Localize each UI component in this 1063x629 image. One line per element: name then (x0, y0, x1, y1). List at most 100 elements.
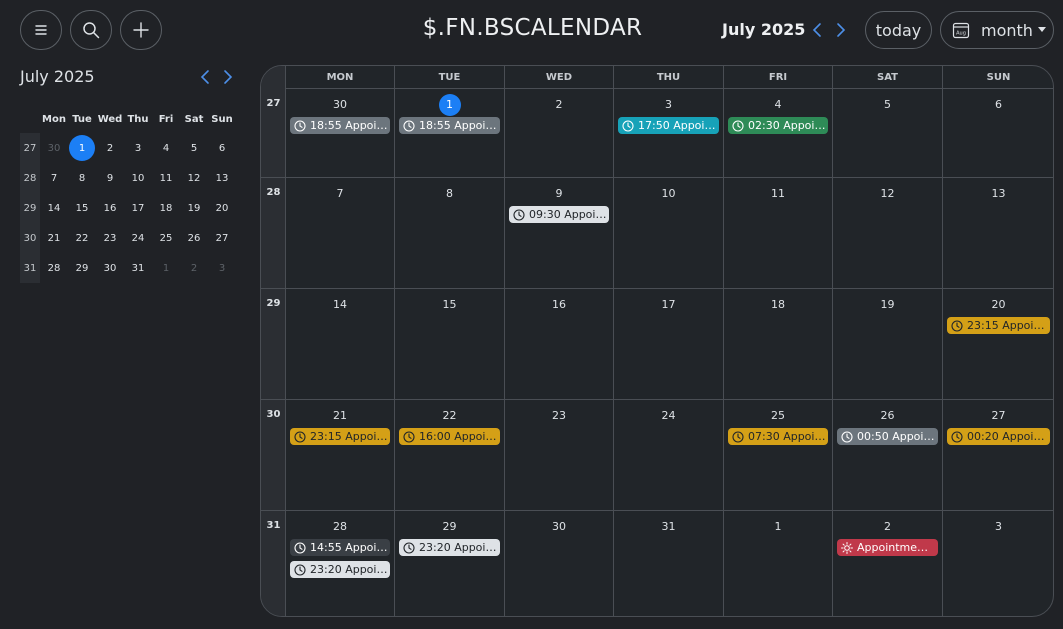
mini-day[interactable]: 30 (40, 133, 68, 163)
mini-day[interactable]: 9 (96, 163, 124, 193)
day-cell[interactable]: 28 14:55 Appoi… 23:20 Appoi… (286, 511, 395, 616)
day-cell[interactable]: 18 (724, 289, 833, 399)
mini-day[interactable]: 2 (96, 133, 124, 163)
day-cell[interactable]: 27 00:20 Appoi… (943, 400, 1053, 510)
next-month-button[interactable] (834, 21, 848, 39)
event-badge[interactable]: 23:20 Appoi… (399, 539, 500, 556)
day-cell[interactable]: 24 (614, 400, 724, 510)
day-cell[interactable]: 9 09:30 Appoi… (505, 178, 614, 288)
day-cell[interactable]: 12 (833, 178, 943, 288)
add-button[interactable] (120, 10, 162, 50)
mini-day[interactable]: 5 (180, 133, 208, 163)
event-badge[interactable]: 23:15 Appoi… (947, 317, 1050, 334)
mini-day-today[interactable]: 1 (68, 133, 96, 163)
day-cell[interactable]: 29 23:20 Appoi… (395, 511, 505, 616)
mini-day[interactable]: 16 (96, 193, 124, 223)
event-badge[interactable]: 23:15 Appoi… (290, 428, 390, 445)
mini-day[interactable]: 7 (40, 163, 68, 193)
mini-day[interactable]: 23 (96, 223, 124, 253)
day-cell[interactable]: 3 17:50 Appoi… (614, 89, 724, 177)
mini-day[interactable]: 6 (208, 133, 236, 163)
mini-week-row: 30 21 22 23 24 25 26 27 (20, 223, 236, 253)
mini-day[interactable]: 3 (208, 253, 236, 283)
day-cell[interactable]: 4 02:30 Appoi… (724, 89, 833, 177)
event-badge[interactable]: 23:20 Appoi… (290, 561, 390, 578)
mini-day[interactable]: 20 (208, 193, 236, 223)
mini-day[interactable]: 11 (152, 163, 180, 193)
mini-day[interactable]: 13 (208, 163, 236, 193)
mini-day[interactable]: 27 (208, 223, 236, 253)
search-button[interactable] (70, 10, 112, 50)
mini-day[interactable]: 21 (40, 223, 68, 253)
prev-month-button[interactable] (810, 21, 824, 39)
event-badge[interactable]: 16:00 Appoi… (399, 428, 500, 445)
menu-button[interactable] (20, 10, 62, 50)
mini-day[interactable]: 26 (180, 223, 208, 253)
day-cell[interactable]: 30 18:55 Appoi… (286, 89, 395, 177)
day-cell[interactable]: 5 (833, 89, 943, 177)
day-cell-today[interactable]: 1 18:55 Appoi… (395, 89, 505, 177)
mini-day[interactable]: 3 (124, 133, 152, 163)
day-cell[interactable]: 10 (614, 178, 724, 288)
mini-day[interactable]: 12 (180, 163, 208, 193)
mini-day[interactable]: 28 (40, 253, 68, 283)
mini-day[interactable]: 19 (180, 193, 208, 223)
day-cell[interactable]: 30 (505, 511, 614, 616)
mini-day[interactable]: 30 (96, 253, 124, 283)
mini-day[interactable]: 29 (68, 253, 96, 283)
day-cell[interactable]: 11 (724, 178, 833, 288)
event-badge[interactable]: Appointme… (837, 539, 938, 556)
mini-day[interactable]: 8 (68, 163, 96, 193)
day-cell[interactable]: 17 (614, 289, 724, 399)
day-cell[interactable]: 14 (286, 289, 395, 399)
mini-day[interactable]: 18 (152, 193, 180, 223)
mini-day[interactable]: 4 (152, 133, 180, 163)
mini-calendar-title: July 2025 (20, 67, 95, 86)
view-select-button[interactable]: Aug month (940, 11, 1054, 49)
day-cell[interactable]: 16 (505, 289, 614, 399)
day-number-text: 23 (552, 409, 566, 422)
event-badge[interactable]: 18:55 Appoi… (399, 117, 500, 134)
day-cell[interactable]: 8 (395, 178, 505, 288)
event-badge[interactable]: 00:50 Appoi… (837, 428, 938, 445)
mini-day[interactable]: 17 (124, 193, 152, 223)
day-cell[interactable]: 20 23:15 Appoi… (943, 289, 1053, 399)
mini-day[interactable]: 10 (124, 163, 152, 193)
mini-day[interactable]: 24 (124, 223, 152, 253)
mini-day[interactable]: 14 (40, 193, 68, 223)
day-cell[interactable]: 13 (943, 178, 1053, 288)
mini-day[interactable]: 22 (68, 223, 96, 253)
day-number-text: 17 (661, 298, 676, 311)
event-badge[interactable]: 14:55 Appoi… (290, 539, 390, 556)
day-cell[interactable]: 1 (724, 511, 833, 616)
event-badge[interactable]: 00:20 Appoi… (947, 428, 1050, 445)
day-cell[interactable]: 26 00:50 Appoi… (833, 400, 943, 510)
today-button[interactable]: today (865, 11, 932, 49)
mini-day[interactable]: 2 (180, 253, 208, 283)
day-cell[interactable]: 21 23:15 Appoi… (286, 400, 395, 510)
day-cell[interactable]: 7 (286, 178, 395, 288)
event-badge[interactable]: 18:55 Appoi… (290, 117, 390, 134)
mini-day[interactable]: 1 (152, 253, 180, 283)
day-cell[interactable]: 25 07:30 Appoi… (724, 400, 833, 510)
day-cell[interactable]: 31 (614, 511, 724, 616)
day-cell[interactable]: 3 (943, 511, 1053, 616)
day-number: 27 (943, 409, 1053, 422)
day-cell[interactable]: 15 (395, 289, 505, 399)
day-cell[interactable]: 2 (505, 89, 614, 177)
day-cell[interactable]: 23 (505, 400, 614, 510)
mini-day-number: 28 (47, 262, 61, 274)
event-badge[interactable]: 17:50 Appoi… (618, 117, 719, 134)
event-badge[interactable]: 07:30 Appoi… (728, 428, 828, 445)
mini-day[interactable]: 31 (124, 253, 152, 283)
day-cell[interactable]: 2 Appointme… (833, 511, 943, 616)
mini-prev-button[interactable] (198, 68, 212, 86)
day-cell[interactable]: 19 (833, 289, 943, 399)
mini-next-button[interactable] (221, 68, 235, 86)
day-cell[interactable]: 6 (943, 89, 1053, 177)
event-badge[interactable]: 02:30 Appoi… (728, 117, 828, 134)
mini-day[interactable]: 25 (152, 223, 180, 253)
event-badge[interactable]: 09:30 Appoi… (509, 206, 609, 223)
day-cell[interactable]: 22 16:00 Appoi… (395, 400, 505, 510)
mini-day[interactable]: 15 (68, 193, 96, 223)
